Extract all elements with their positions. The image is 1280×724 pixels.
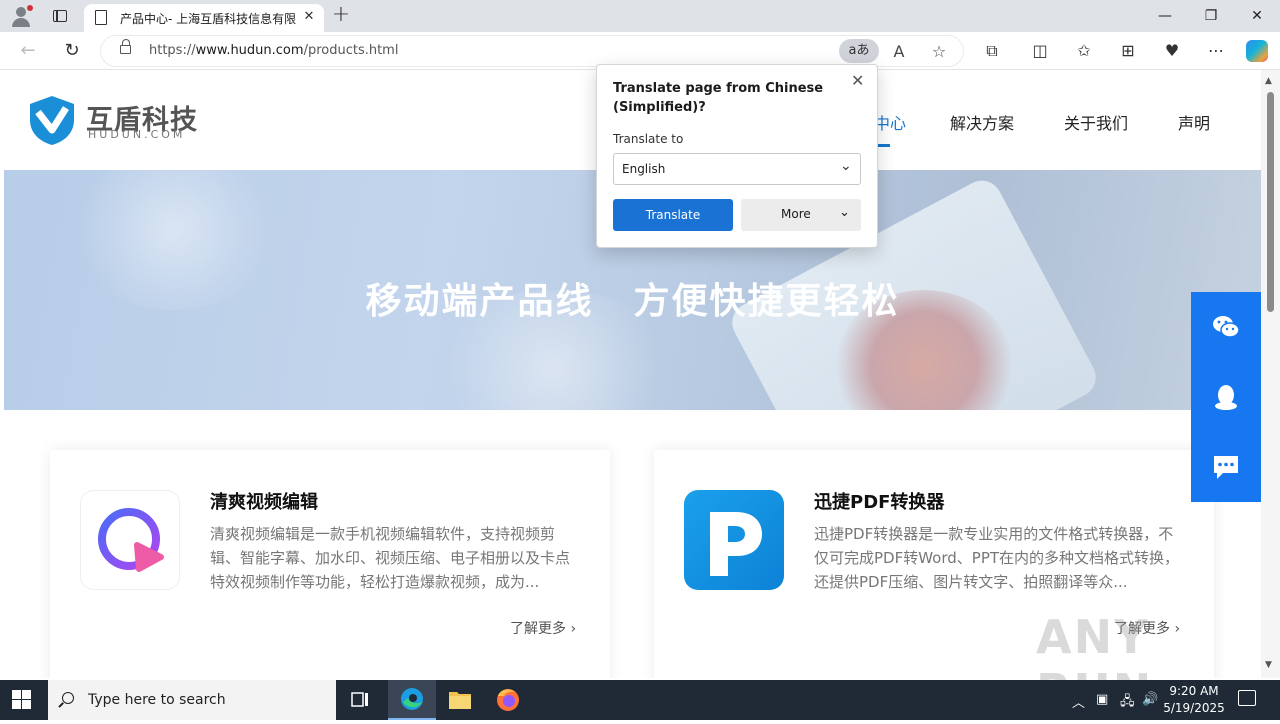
title-bar: 产品中心- 上海互盾科技信息有限 ✕ + — ❐ ✕ xyxy=(0,0,1280,32)
favorite-star-icon[interactable]: ☆ xyxy=(927,40,951,64)
search-placeholder: Type here to search xyxy=(88,692,226,708)
page-scrollbar[interactable]: ▲ ▼ xyxy=(1261,70,1280,678)
tab-close-icon[interactable]: ✕ xyxy=(300,8,318,26)
shield-logo-icon xyxy=(30,96,74,145)
message-icon[interactable] xyxy=(1211,452,1241,482)
restore-button[interactable]: ❐ xyxy=(1188,0,1234,32)
chevron-right-icon: › xyxy=(570,621,577,637)
scrollbar-thumb[interactable] xyxy=(1267,92,1274,312)
product-description: 迅捷PDF转换器是一款专业实用的文件格式转换器，不仅可完成PDF转Word、PP… xyxy=(814,525,1180,591)
windows-taskbar: Type here to search ︿ ▣ 🖧 🔊 9:20 AM 5/19… xyxy=(0,680,1280,720)
product-title[interactable]: 清爽视频编辑 xyxy=(210,488,318,514)
refresh-icon[interactable]: ↻ xyxy=(60,39,84,63)
nav-about[interactable]: 关于我们 xyxy=(1064,110,1128,134)
lock-icon[interactable] xyxy=(120,39,131,54)
settings-more-icon[interactable]: ⋯ xyxy=(1204,39,1228,63)
back-icon[interactable]: ← xyxy=(16,39,40,63)
logo-subtext: HUDUN.COM xyxy=(88,128,186,141)
qq-icon[interactable] xyxy=(1211,382,1241,412)
site-logo[interactable]: 互盾科技 HUDUN.COM xyxy=(28,94,208,148)
nav-solutions[interactable]: 解决方案 xyxy=(950,110,1014,134)
banner-headline: 移动端产品线 方便快捷更轻松 xyxy=(365,281,900,322)
firefox-icon[interactable] xyxy=(484,680,532,720)
search-icon xyxy=(62,692,74,704)
translate-popup: Translate page from Chinese (Simplified)… xyxy=(596,64,878,248)
nav-statement[interactable]: 声明 xyxy=(1178,110,1210,134)
nav-product-center[interactable]: 中心 xyxy=(874,110,906,134)
tab-actions-icon[interactable] xyxy=(48,4,72,28)
learn-more-link[interactable]: 了解更多 › xyxy=(510,618,576,638)
language-value: English xyxy=(622,162,666,176)
page-icon xyxy=(95,10,107,25)
translate-icon[interactable]: aあ xyxy=(839,39,879,63)
popup-title: Translate page from Chinese (Simplified)… xyxy=(613,81,824,115)
profile-icon[interactable] xyxy=(8,4,34,28)
collections-icon[interactable]: ⊞ xyxy=(1116,39,1140,63)
task-view-icon[interactable] xyxy=(336,680,384,720)
nav-active-indicator xyxy=(878,144,890,147)
product-description: 清爽视频编辑是一款手机视频编辑软件，支持视频剪辑、智能字幕、加水印、视频压缩、电… xyxy=(210,525,571,591)
url-text: https://www.hudun.com/products.html xyxy=(149,43,399,58)
wechat-icon[interactable] xyxy=(1211,312,1241,342)
more-button[interactable]: More ⌄ xyxy=(741,199,861,231)
close-window-button[interactable]: ✕ xyxy=(1234,0,1280,32)
pdf-converter-icon xyxy=(684,490,784,590)
clock[interactable]: 9:20 AM 5/19/2025 xyxy=(1160,683,1228,717)
favorites-icon[interactable]: ✩ xyxy=(1072,39,1096,63)
windows-start-icon[interactable] xyxy=(12,690,32,710)
extensions-icon[interactable]: ⧉ xyxy=(980,39,1004,63)
address-bar[interactable]: https://www.hudun.com/products.html aあ A… xyxy=(100,35,964,67)
network-icon[interactable]: 🖧 xyxy=(1120,692,1135,714)
chevron-down-icon: ⌄ xyxy=(840,158,852,174)
translate-to-label: Translate to xyxy=(613,132,684,146)
tab-title: 产品中心- 上海互盾科技信息有限 xyxy=(120,12,297,26)
meet-icon[interactable]: ▣ xyxy=(1096,692,1108,707)
copilot-icon[interactable] xyxy=(1246,40,1268,62)
edge-taskbar-icon[interactable] xyxy=(388,680,436,720)
video-editor-icon xyxy=(80,490,180,590)
chevron-up-icon[interactable]: ︿ xyxy=(1072,692,1085,711)
language-select[interactable]: English ⌄ xyxy=(613,153,861,185)
split-screen-icon[interactable]: ◫ xyxy=(1028,39,1052,63)
read-aloud-icon[interactable]: A xyxy=(887,40,911,64)
file-explorer-icon[interactable] xyxy=(436,680,484,720)
chevron-down-icon: ⌄ xyxy=(839,205,850,220)
volume-icon[interactable]: 🔊 xyxy=(1142,692,1158,707)
browser-essentials-icon[interactable]: ♥ xyxy=(1160,39,1184,63)
product-title[interactable]: 迅捷PDF转换器 xyxy=(814,488,944,514)
notification-icon[interactable] xyxy=(1238,690,1256,706)
translate-button[interactable]: Translate xyxy=(613,199,733,231)
browser-tab[interactable]: 产品中心- 上海互盾科技信息有限 ✕ xyxy=(84,4,324,32)
floating-contact-bar xyxy=(1191,292,1261,502)
scroll-up-icon[interactable]: ▲ xyxy=(1265,76,1272,86)
minimize-button[interactable]: — xyxy=(1142,0,1188,32)
taskbar-search[interactable]: Type here to search xyxy=(48,680,336,720)
new-tab-button[interactable]: + xyxy=(330,4,352,28)
product-card[interactable]: 清爽视频编辑 清爽视频编辑是一款手机视频编辑软件，支持视频剪辑、智能字幕、加水印… xyxy=(50,450,610,678)
close-icon[interactable]: ✕ xyxy=(851,71,864,90)
